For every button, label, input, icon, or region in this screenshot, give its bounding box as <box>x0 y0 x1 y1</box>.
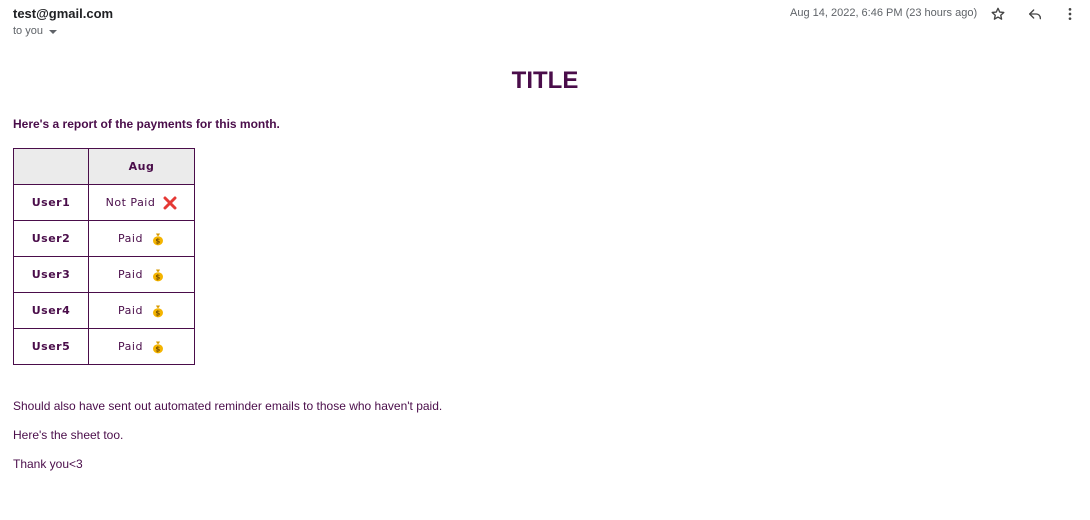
more-vert-icon <box>1068 8 1072 20</box>
user-name: User5 <box>13 328 89 365</box>
money-bag-icon: $ <box>152 233 163 245</box>
intro-text: Here's a report of the payments for this… <box>13 117 280 131</box>
payment-status: Not Paid <box>105 195 156 209</box>
month-header: Aug <box>88 148 195 185</box>
payment-status-cell: Not Paid <box>88 184 195 221</box>
money-bag-icon: $ <box>152 341 163 353</box>
star-button[interactable] <box>988 4 1008 24</box>
payment-status-cell: Paid $ <box>88 256 195 293</box>
user-name: User4 <box>13 292 89 329</box>
payment-status: Paid <box>118 267 143 281</box>
user-name: User2 <box>13 220 89 257</box>
sign-off-paragraph: Thank you<3 <box>13 457 83 471</box>
email-title: TITLE <box>511 67 579 94</box>
payment-status-cell: Paid $ <box>88 292 195 329</box>
header-corner-cell <box>13 148 89 185</box>
svg-text:$: $ <box>155 309 160 317</box>
svg-text:$: $ <box>155 273 160 281</box>
reminder-paragraph: Should also have sent out automated remi… <box>13 399 443 413</box>
svg-text:$: $ <box>155 345 160 353</box>
email-timestamp: Aug 14, 2022, 6:46 PM (23 hours ago) <box>790 7 978 19</box>
money-bag-icon: $ <box>152 269 163 281</box>
table-row: User5 Paid $ <box>13 328 195 365</box>
table-row: User4 Paid $ <box>13 292 195 329</box>
payment-status: Paid <box>118 231 143 245</box>
payment-status: Paid <box>118 339 143 353</box>
reply-button[interactable] <box>1025 4 1045 24</box>
table-header-row: Aug <box>13 148 195 185</box>
payment-status-cell: Paid $ <box>88 220 195 257</box>
reply-icon <box>1029 9 1041 20</box>
recipient-label: to you <box>13 25 43 37</box>
svg-text:$: $ <box>155 237 160 245</box>
money-bag-icon: $ <box>152 305 163 317</box>
user-name: User1 <box>13 184 89 221</box>
sender-address: test@gmail.com <box>13 6 114 21</box>
table-row: User2 Paid $ <box>13 220 195 257</box>
more-options-button[interactable] <box>1060 4 1080 24</box>
table-row: User1 Not Paid <box>13 184 195 221</box>
star-icon <box>991 7 1005 20</box>
cross-mark-icon <box>163 196 177 209</box>
payments-table: Aug User1 Not Paid User2 Paid $ User3 Pa… <box>13 148 195 365</box>
sheet-paragraph: Here's the sheet too. <box>13 428 124 442</box>
user-name: User3 <box>13 256 89 293</box>
recipient-details-toggle[interactable]: to you <box>13 25 57 37</box>
caret-down-icon <box>48 30 57 34</box>
payment-status-cell: Paid $ <box>88 328 195 365</box>
table-row: User3 Paid $ <box>13 256 195 293</box>
payment-status: Paid <box>118 303 143 317</box>
